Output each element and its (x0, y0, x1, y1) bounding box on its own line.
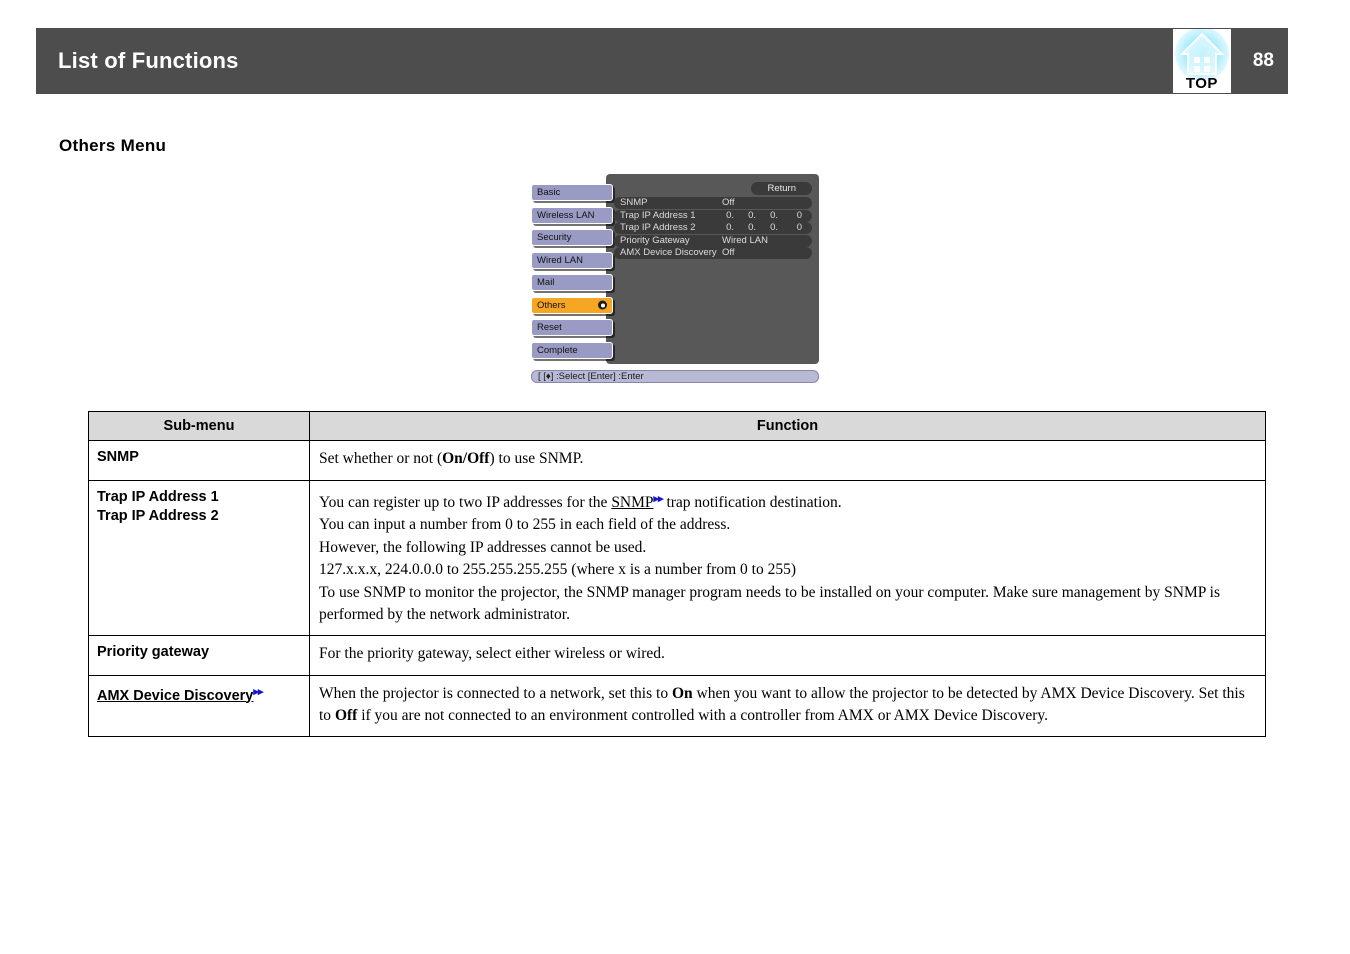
top-home-icon[interactable]: TOP (1173, 29, 1231, 93)
osd-tab-reset[interactable]: Reset (531, 319, 613, 336)
function-paragraph: When the projector is connected to a net… (319, 683, 1256, 727)
glossary-marker-icon[interactable]: ▸▸ (654, 493, 663, 505)
osd-setting-label: Trap IP Address 2 (620, 222, 696, 234)
osd-tab-label: Others (537, 300, 566, 311)
function-cell: For the priority gateway, select either … (310, 636, 1266, 676)
osd-ip-segment: 0. (742, 210, 756, 222)
function-cell: Set whether or not (On/Off) to use SNMP. (310, 441, 1266, 481)
submenu-label: SNMP (97, 449, 139, 465)
function-cell: You can register up to two IP addresses … (310, 480, 1266, 636)
glossary-marker-icon[interactable]: ▸▸ (253, 686, 262, 698)
function-paragraph: Set whether or not (On/Off) to use SNMP. (319, 448, 1256, 470)
column-header-submenu: Sub-menu (89, 412, 310, 441)
column-header-function: Function (310, 412, 1266, 441)
table-header-row: Sub-menu Function (89, 412, 1266, 441)
osd-setting-value: Off (722, 197, 735, 209)
table-row: Priority gateway For the priority gateway… (89, 636, 1266, 676)
page-header-bar: List of Functions TOP 88 (36, 28, 1288, 94)
submenu-cell: Trap IP Address 1 Trap IP Address 2 (89, 480, 310, 636)
osd-tab-wired-lan[interactable]: Wired LAN (531, 252, 613, 269)
enter-indicator-icon (598, 301, 607, 310)
submenu-label[interactable]: AMX Device Discovery (97, 688, 253, 704)
page-title: List of Functions (58, 48, 239, 74)
osd-tab-mail[interactable]: Mail (531, 274, 613, 291)
osd-settings-list: Return SNMPOffTrap IP Address 10.0.0.0Tr… (614, 182, 812, 260)
submenu-label: Trap IP Address 1 (97, 489, 219, 505)
page-number: 88 (1253, 50, 1274, 72)
house-icon (1180, 32, 1224, 78)
section-heading: Others Menu (59, 136, 166, 156)
osd-sidebar: Basic Wireless LAN Security Wired LAN Mail Ot… (531, 184, 613, 364)
osd-return-row[interactable]: Return (614, 182, 812, 195)
osd-tab-label: Reset (537, 322, 562, 333)
osd-ip-segment: 0. (764, 222, 778, 234)
osd-tab-wireless-lan[interactable]: Wireless LAN (531, 207, 613, 224)
osd-setting-value: Off (722, 247, 735, 259)
osd-tab-label: Wired LAN (537, 255, 583, 266)
submenu-cell: Priority gateway (89, 636, 310, 676)
functions-table: Sub-menu Function SNMP Set whether or not… (88, 411, 1266, 737)
osd-ip-segment: 0. (720, 210, 734, 222)
projector-osd-screenshot: Basic Wireless LAN Security Wired LAN Mail Ot… (531, 174, 819, 388)
function-paragraph: You can register up to two IP addresses … (319, 488, 1256, 514)
osd-setting-row[interactable]: Trap IP Address 1 0. 0. 0. 0 (614, 210, 812, 222)
osd-body: Basic Wireless LAN Security Wired LAN Mail Ot… (531, 174, 819, 364)
osd-setting-row[interactable]: Priority Gateway Wired LAN (614, 235, 812, 247)
header-right-group: TOP 88 (1173, 28, 1274, 94)
function-paragraph: To use SNMP to monitor the projector, th… (319, 582, 1256, 626)
osd-tab-label: Mail (537, 277, 554, 288)
osd-setting-label: SNMP (620, 197, 647, 209)
table-row: Trap IP Address 1 Trap IP Address 2 You ca… (89, 480, 1266, 636)
osd-setting-label: Trap IP Address 1 (620, 210, 696, 222)
osd-status-bar: [ [♦] :Select [Enter] :Enter (531, 370, 819, 383)
osd-ip-segment: 0 (788, 222, 802, 234)
osd-tab-label: Complete (537, 345, 578, 356)
osd-setting-row[interactable]: Trap IP Address 2 0. 0. 0. 0 (614, 222, 812, 234)
osd-return-label: Return (751, 182, 812, 195)
submenu-label-secondary: Trap IP Address 2 (97, 508, 219, 524)
function-paragraph: You can input a number from 0 to 255 in … (319, 514, 1256, 536)
osd-setting-row[interactable]: AMX Device Discovery Off (614, 247, 812, 259)
function-paragraph: For the priority gateway, select either … (319, 643, 1256, 665)
osd-ip-segment: 0. (720, 222, 734, 234)
submenu-cell: AMX Device Discovery▸▸ (89, 675, 310, 737)
osd-tab-complete[interactable]: Complete (531, 342, 613, 359)
osd-ip-segment: 0. (764, 210, 778, 222)
function-cell: When the projector is connected to a net… (310, 675, 1266, 737)
osd-tab-basic[interactable]: Basic (531, 184, 613, 201)
osd-tab-label: Wireless LAN (537, 210, 595, 221)
function-paragraph: However, the following IP addresses cann… (319, 537, 1256, 559)
osd-setting-label: AMX Device Discovery (620, 247, 717, 259)
table-row: SNMP Set whether or not (On/Off) to use S… (89, 441, 1266, 481)
function-paragraph: 127.x.x.x, 224.0.0.0 to 255.255.255.255 … (319, 559, 1256, 581)
table-row: AMX Device Discovery▸▸When the projector… (89, 675, 1266, 737)
osd-setting-label: Priority Gateway (620, 235, 690, 247)
submenu-label: Priority gateway (97, 644, 209, 660)
osd-setting-row[interactable]: SNMP Off (614, 197, 812, 209)
osd-tab-label: Basic (537, 187, 560, 198)
osd-tab-others[interactable]: Others (531, 297, 613, 314)
osd-ip-segment: 0. (742, 222, 756, 234)
osd-setting-value: Wired LAN (722, 235, 768, 247)
osd-ip-segment: 0 (788, 210, 802, 222)
submenu-cell: SNMP (89, 441, 310, 481)
osd-tab-label: Security (537, 232, 571, 243)
top-icon-label: TOP (1173, 75, 1231, 92)
osd-tab-security[interactable]: Security (531, 229, 613, 246)
